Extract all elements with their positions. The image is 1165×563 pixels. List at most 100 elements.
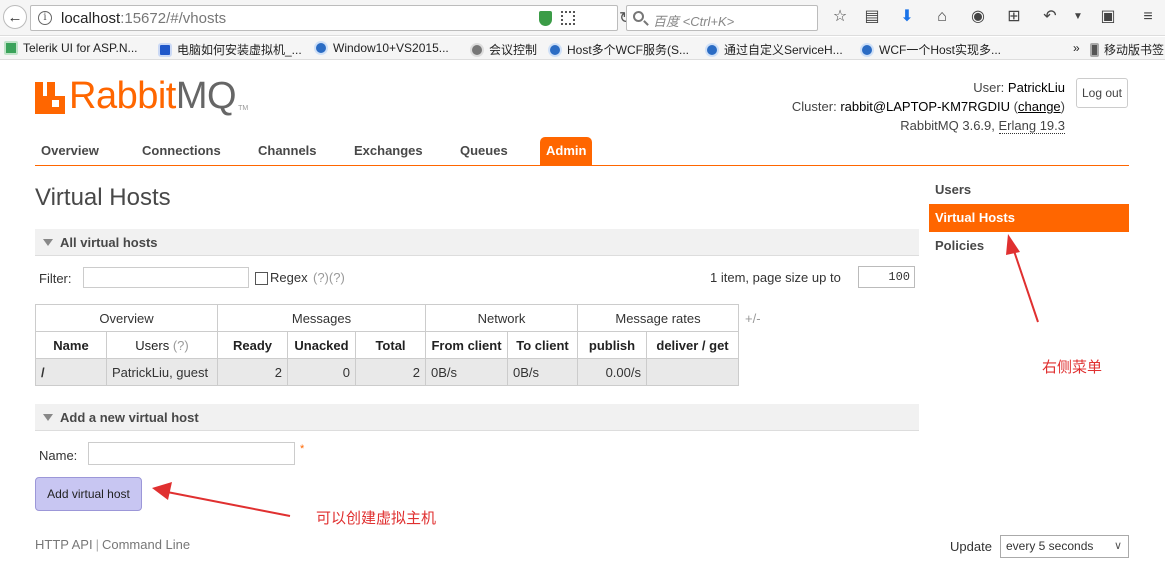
group-header-overview: Overview — [35, 304, 218, 332]
search-icon — [633, 11, 644, 22]
cluster-name: rabbit@LAPTOP-KM7RGDIU — [840, 99, 1011, 114]
sidebar-item-policies[interactable]: Policies — [929, 232, 1129, 260]
telerik-icon — [4, 41, 18, 55]
tab-channels[interactable]: Channels — [252, 137, 323, 165]
header-info: User: PatrickLiu Cluster: rabbit@LAPTOP-… — [792, 78, 1065, 135]
site-icon — [860, 42, 874, 57]
address-bar[interactable]: i localhost:15672/#/vhosts ↻ — [30, 5, 632, 31]
update-interval-select[interactable]: every 5 seconds ∨ — [1000, 535, 1129, 558]
column-header-users[interactable]: Users (?) — [106, 331, 218, 359]
column-header-deliver-get[interactable]: deliver / get — [646, 331, 739, 359]
chevron-down-icon[interactable]: ▼ — [1068, 7, 1088, 27]
menu-icon[interactable]: ≡ — [1138, 7, 1158, 27]
regex-checkbox[interactable] — [255, 272, 268, 285]
footer-separator: | — [95, 537, 99, 552]
required-mark: * — [300, 443, 305, 455]
command-line-link[interactable]: Command Line — [102, 537, 190, 552]
reading-list-icon[interactable]: ▤ — [862, 7, 882, 27]
filter-input[interactable] — [83, 267, 249, 288]
name-label: Name: — [39, 448, 78, 463]
column-header-unacked[interactable]: Unacked — [287, 331, 356, 359]
add-virtual-host-button[interactable]: Add virtual host — [35, 477, 142, 511]
bookmark-item[interactable]: 移动版书签 — [1090, 41, 1164, 58]
cell-to-client: 0B/s — [507, 358, 578, 386]
tab-queues[interactable]: Queues — [454, 137, 514, 165]
http-api-link[interactable]: HTTP API — [35, 537, 93, 552]
bookmark-item[interactable]: Telerik UI for ASP.N... — [4, 41, 138, 55]
bookmark-item[interactable]: 电脑如何安装虚拟机_... — [158, 41, 302, 58]
tab-exchanges[interactable]: Exchanges — [348, 137, 429, 165]
bookmarks-overflow-button[interactable]: » — [1073, 41, 1080, 55]
cluster-label: Cluster: — [791, 99, 837, 114]
qr-code-icon[interactable] — [561, 11, 575, 25]
shield-icon[interactable] — [539, 11, 552, 26]
download-icon[interactable]: ⬇ — [897, 7, 917, 27]
rabbitmq-logo[interactable]: RabbitMQ TM — [35, 75, 248, 117]
search-bar[interactable]: 百度 <Ctrl+K> — [626, 5, 818, 31]
annotation-create-vhost: 可以创建虚拟主机 — [316, 509, 437, 527]
cell-users: PatrickLiu, guest — [106, 358, 218, 386]
cell-publish: 0.00/s — [577, 358, 647, 386]
vhosts-table: Overview Messages Network Message rates … — [35, 304, 739, 386]
mobile-icon — [1090, 42, 1099, 57]
tab-overview[interactable]: Overview — [35, 137, 105, 165]
page-size-input[interactable]: 100 — [858, 266, 915, 288]
column-toggle-link[interactable]: +/- — [745, 311, 761, 326]
sidebar-item-users[interactable]: Users — [929, 176, 1129, 204]
column-header-to-client[interactable]: To client — [507, 331, 578, 359]
site-icon — [705, 42, 719, 57]
bookmark-item[interactable]: Window10+VS2015... — [314, 41, 449, 55]
tab-connections[interactable]: Connections — [136, 137, 227, 165]
add-vhost-section-header[interactable]: Add a new virtual host — [35, 404, 919, 431]
bookmark-label: Telerik UI for ASP.N... — [23, 41, 138, 55]
chat-icon[interactable]: ◉ — [968, 7, 988, 27]
train-icon[interactable]: ▣ — [1098, 7, 1118, 27]
users-help-link[interactable]: (?) — [173, 338, 189, 353]
all-vhosts-section-header[interactable]: All virtual hosts — [35, 229, 919, 256]
logo-mq: MQ — [175, 75, 237, 117]
users-header-label: Users — [135, 337, 170, 353]
info-icon[interactable]: i — [38, 11, 52, 25]
column-header-name[interactable]: Name — [35, 331, 107, 359]
cluster-line: Cluster: rabbit@LAPTOP-KM7RGDIU (change) — [791, 99, 1065, 114]
bookmark-label: Host多个WCF服务(S... — [567, 43, 689, 57]
undo-icon[interactable]: ↶ — [1040, 7, 1060, 27]
update-interval-value: every 5 seconds — [1006, 539, 1094, 553]
star-icon[interactable]: ☆ — [830, 7, 850, 27]
main-tabs: Overview Connections Channels Exchanges … — [35, 137, 1129, 166]
user-name: PatrickLiu — [1007, 80, 1065, 95]
bookmark-label: 会议控制 — [489, 43, 538, 57]
filter-label: Filter: — [39, 271, 72, 286]
bookmark-label: 电脑如何安装虚拟机_... — [177, 43, 302, 57]
change-link[interactable]: change — [1018, 99, 1061, 114]
logout-button[interactable]: Log out — [1076, 78, 1128, 108]
cell-total: 2 — [355, 358, 426, 386]
bookmark-item[interactable]: 会议控制 — [470, 41, 537, 58]
bookmark-item[interactable]: Host多个WCF服务(S... — [548, 41, 689, 58]
column-header-from-client[interactable]: From client — [425, 331, 508, 359]
bookmark-label: 移动版书签 — [1104, 43, 1165, 57]
home-icon[interactable]: ⌂ — [932, 7, 952, 27]
back-arrow-icon[interactable]: ← — [3, 5, 27, 29]
vhost-name-input[interactable] — [88, 442, 295, 465]
version-line: RabbitMQ 3.6.9, Erlang 19.3 — [792, 116, 1065, 135]
tab-admin[interactable]: Admin — [540, 137, 593, 165]
cell-from-client: 0B/s — [425, 358, 508, 386]
vhost-name-link[interactable]: / — [35, 358, 107, 386]
sidebar-item-virtual-hosts[interactable]: Virtual Hosts — [929, 204, 1129, 232]
regex-help-link[interactable]: (?)(?) — [313, 270, 345, 285]
bookmark-item[interactable]: WCF一个Host实现多... — [860, 41, 1001, 58]
version-text: RabbitMQ 3.6.9, — [900, 118, 995, 133]
user-line: User: PatrickLiu — [792, 78, 1065, 97]
url-text: localhost:15672/#/vhosts — [61, 10, 226, 27]
site-icon — [548, 42, 562, 57]
table-row[interactable]: / PatrickLiu, guest 2 0 2 0B/s 0B/s 0.00… — [35, 358, 739, 386]
column-header-total[interactable]: Total — [355, 331, 426, 359]
section-title: All virtual hosts — [60, 235, 158, 250]
url-host: localhost — [61, 10, 121, 27]
column-header-publish[interactable]: publish — [577, 331, 647, 359]
bookmark-item[interactable]: 通过自定义ServiceH... — [705, 41, 843, 58]
crop-icon[interactable]: ⊞ — [1004, 7, 1024, 27]
column-header-ready[interactable]: Ready — [217, 331, 288, 359]
section-title: Add a new virtual host — [60, 410, 199, 425]
